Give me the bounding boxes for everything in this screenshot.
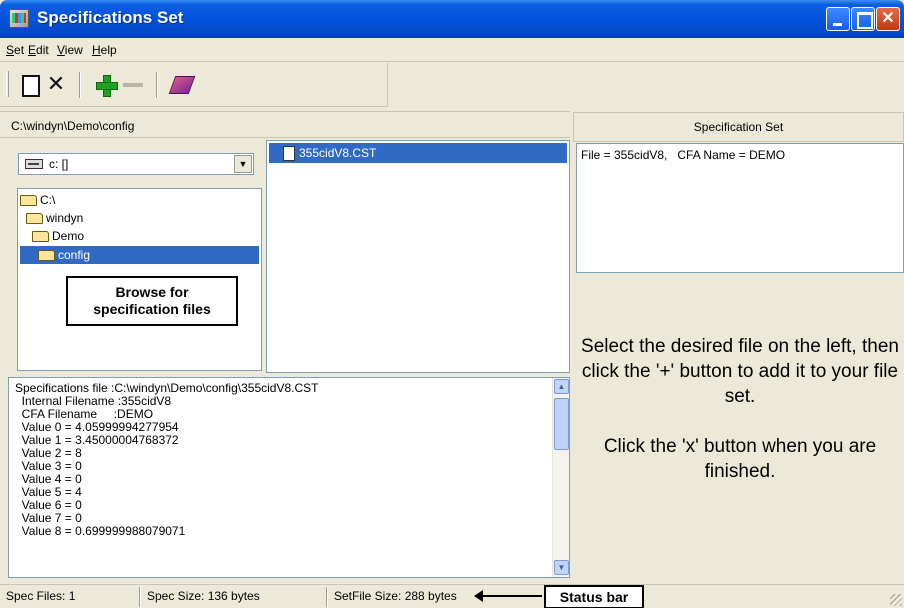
status-divider	[326, 587, 328, 607]
tree-item-label: C:\	[40, 193, 56, 207]
tree-item-config[interactable]: config	[20, 246, 259, 264]
menu-help[interactable]: Help	[92, 43, 117, 57]
tree-item-label: windyn	[46, 211, 84, 225]
menu-edit-rest: dit	[36, 43, 49, 57]
status-spec-files: Spec Files: 1	[6, 589, 76, 603]
instructions: Select the desired file on the left, the…	[576, 334, 904, 544]
scroll-down-icon[interactable]: ▼	[554, 560, 569, 575]
menu-view-rest: iew	[64, 43, 83, 57]
plus-icon[interactable]	[94, 73, 118, 97]
spec-set-list[interactable]: File = 355cidV8, CFA Name = DEMO	[576, 143, 904, 273]
arrow-left-icon	[474, 590, 542, 602]
file-icon	[283, 146, 295, 161]
new-document-icon[interactable]	[18, 73, 42, 97]
scroll-up-icon[interactable]: ▲	[554, 379, 569, 394]
details-line: Value 8 = 0.699999988079071	[15, 524, 186, 538]
window-title: Specifications Set	[37, 8, 184, 27]
folder-open-icon	[38, 250, 55, 262]
current-path: C:\windyn\Demo\config	[0, 111, 570, 138]
browse-callout: Browse for specification files	[66, 276, 238, 326]
instructions-para: Select the desired file on the left, the…	[581, 336, 899, 407]
folder-open-icon	[20, 195, 37, 207]
chevron-down-icon[interactable]: ▼	[234, 155, 252, 173]
callout-line: specification files	[93, 301, 211, 317]
tree-item-demo[interactable]: Demo	[32, 227, 84, 245]
menu-set-rest: et	[14, 43, 25, 57]
app-icon[interactable]	[9, 9, 29, 28]
spec-set-entry[interactable]: File = 355cidV8, CFA Name = DEMO	[581, 148, 785, 162]
book-icon[interactable]	[169, 73, 193, 97]
menu-view[interactable]: View	[57, 43, 83, 57]
status-bar-callout: Status bar	[544, 585, 644, 608]
file-item[interactable]: 355cidV8.CST	[269, 143, 567, 163]
drive-icon	[25, 159, 43, 169]
status-spec-size: Spec Size: 136 bytes	[147, 589, 260, 603]
folder-open-icon	[32, 231, 49, 243]
callout-line: Browse for	[115, 284, 189, 300]
folder-open-icon	[26, 213, 43, 225]
status-divider	[139, 587, 141, 607]
drive-select[interactable]: c: [] ▼	[18, 153, 254, 175]
tree-item-label: config	[58, 248, 91, 262]
title-bar[interactable]: Specifications Set ✕	[0, 0, 904, 38]
delete-icon[interactable]: ✕	[44, 73, 68, 97]
toolbar-separator	[156, 72, 158, 98]
toolbar-separator	[79, 72, 81, 98]
spec-set-header: Specification Set	[573, 112, 904, 142]
app-window: Specifications Set ✕ Set Edit View Help …	[0, 0, 904, 608]
instructions-para: Click the 'x' button when you are finish…	[603, 436, 877, 482]
file-details[interactable]: Specifications file :C:\windyn\Demo\conf…	[8, 377, 570, 578]
file-list[interactable]: 355cidV8.CST	[266, 140, 570, 373]
toolbar-grip[interactable]	[6, 71, 9, 97]
maximize-button[interactable]	[851, 7, 875, 31]
toolbar: ✕	[0, 63, 388, 107]
tree-item-root[interactable]: C:\	[20, 191, 55, 209]
status-setfile-size: SetFile Size: 288 bytes	[334, 589, 457, 603]
minus-icon[interactable]	[121, 73, 145, 97]
resize-grip-icon[interactable]	[890, 594, 902, 606]
menu-set[interactable]: Set	[6, 43, 24, 57]
scrollbar[interactable]: ▲ ▼	[552, 378, 569, 577]
scroll-thumb[interactable]	[554, 398, 569, 450]
status-bar: Spec Files: 1 Spec Size: 136 bytes SetFi…	[0, 584, 904, 608]
minimize-button[interactable]	[826, 7, 850, 31]
file-name: 355cidV8.CST	[299, 146, 377, 160]
menu-edit[interactable]: Edit	[28, 43, 49, 57]
drive-value: c: []	[49, 157, 69, 171]
tree-item-windyn[interactable]: windyn	[26, 209, 83, 227]
close-window-button[interactable]: ✕	[876, 7, 900, 31]
menu-help-rest: elp	[100, 43, 117, 57]
menu-bar: Set Edit View Help	[0, 38, 904, 62]
tree-item-label: Demo	[52, 229, 85, 243]
